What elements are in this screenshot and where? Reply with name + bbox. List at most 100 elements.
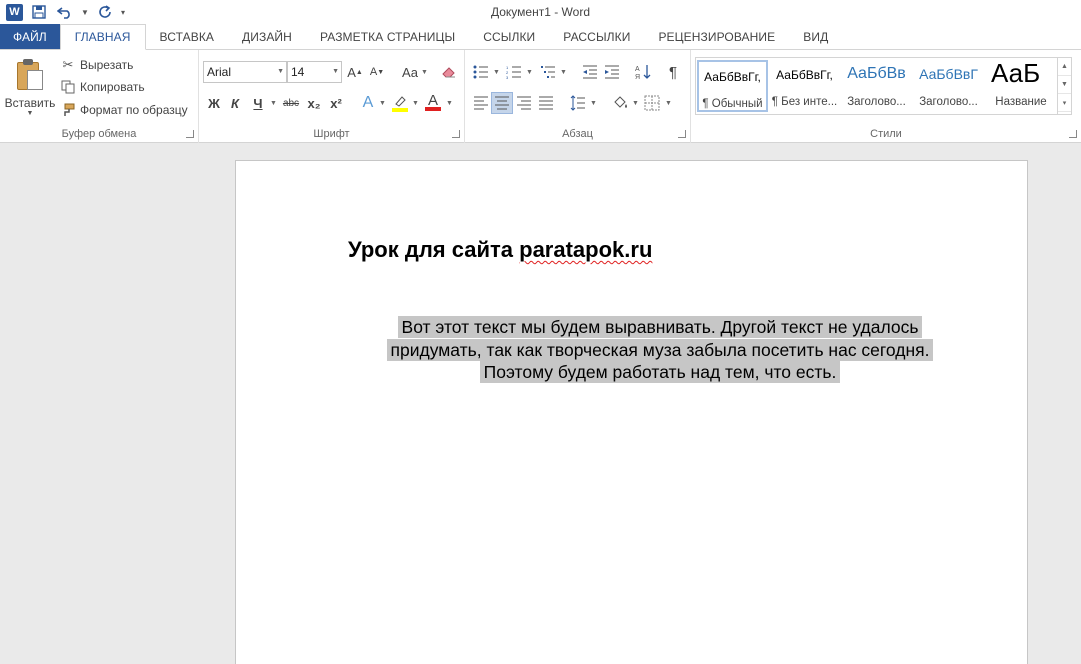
decrease-indent-button[interactable] <box>579 61 601 83</box>
selected-paragraph[interactable]: Вот этот текст мы будем выравнивать. Дру… <box>370 316 950 384</box>
align-right-icon <box>517 96 531 110</box>
scissors-icon: ✂ <box>62 57 74 72</box>
bullets-icon <box>473 65 488 79</box>
style-preview: АаБбВвГг, <box>704 70 761 84</box>
copy-icon <box>60 79 76 95</box>
font-name-combo[interactable]: Arial ▼ <box>203 61 287 83</box>
chevron-down-icon: ▼ <box>379 100 386 107</box>
change-case-button[interactable]: Aa <box>396 61 424 83</box>
borders-button[interactable] <box>641 92 663 114</box>
copy-label: Копировать <box>80 80 145 94</box>
align-center-button[interactable] <box>491 92 513 114</box>
styles-dialog-launcher-icon[interactable] <box>1069 130 1077 138</box>
increase-indent-button[interactable] <box>601 61 623 83</box>
clear-formatting-button[interactable] <box>438 61 460 83</box>
paragraph-dialog-launcher-icon[interactable] <box>678 130 686 138</box>
shrink-font-icon: A <box>369 66 378 78</box>
copy-button[interactable]: Копировать <box>60 77 145 97</box>
shrink-font-button[interactable]: A ▼ <box>366 61 388 83</box>
paragraph-group: ▼ 123 ▼ ▼ AЯ ¶ ▼ ▼ ▼ Абзац <box>465 50 691 143</box>
tab-review[interactable]: РЕЦЕНЗИРОВАНИЕ <box>644 24 789 49</box>
align-right-button[interactable] <box>513 92 535 114</box>
title-bar: W ▼ ▾ Документ1 - Word <box>0 0 1081 25</box>
document-canvas[interactable]: Урок для сайта paratapok.ru Вот этот тек… <box>0 143 1081 664</box>
gallery-more-icon[interactable]: ▾ <box>1058 94 1071 112</box>
tab-design[interactable]: ДИЗАЙН <box>228 24 306 49</box>
clipboard-group-label: Буфер обмена <box>61 128 137 140</box>
paint-bucket-icon <box>614 96 627 108</box>
chevron-down-icon: ▼ <box>332 68 339 75</box>
document-heading[interactable]: Урок для сайта paratapok.ru <box>348 237 652 263</box>
highlight-button[interactable] <box>389 92 411 114</box>
superscript-icon: x² <box>330 95 342 111</box>
grow-font-button[interactable]: A ▲ <box>344 61 366 83</box>
line-spacing-icon <box>570 95 585 111</box>
sort-button[interactable]: AЯ <box>632 61 654 83</box>
paste-icon <box>15 58 45 92</box>
gallery-scroll-up-icon[interactable]: ▲ <box>1058 58 1071 76</box>
font-size-combo[interactable]: 14 ▼ <box>287 61 342 83</box>
superscript-button[interactable]: x² <box>325 92 347 114</box>
style-heading-1[interactable]: АаБбВв Заголово... <box>841 60 912 112</box>
font-color-swatch <box>425 107 441 111</box>
chevron-down-icon: ▼ <box>526 69 533 76</box>
format-painter-button[interactable]: Формат по образцу <box>60 100 188 120</box>
bold-button[interactable]: Ж <box>203 92 225 114</box>
paragraph-group-label: Абзац <box>562 128 593 140</box>
paste-label: Вставить <box>4 96 56 110</box>
chevron-down-icon: ▼ <box>270 100 277 107</box>
subscript-button[interactable]: x₂ <box>303 92 325 114</box>
clipboard-dialog-launcher-icon[interactable] <box>186 130 194 138</box>
tab-mailings[interactable]: РАССЫЛКИ <box>549 24 644 49</box>
font-color-icon: A <box>427 92 438 109</box>
justify-icon <box>539 96 553 110</box>
tab-file[interactable]: ФАЙЛ <box>0 24 60 49</box>
multilevel-list-icon <box>541 66 555 78</box>
tab-references[interactable]: ССЫЛКИ <box>469 24 549 49</box>
font-color-button[interactable]: A <box>422 92 444 114</box>
align-center-icon <box>495 96 509 110</box>
document-page[interactable]: Урок для сайта paratapok.ru Вот этот тек… <box>235 160 1028 664</box>
chevron-down-icon: ▼ <box>493 69 500 76</box>
subscript-icon: x₂ <box>307 95 321 111</box>
strikethrough-button[interactable]: abc <box>280 92 302 114</box>
style-normal[interactable]: АаБбВвГг, ¶ Обычный <box>697 60 768 112</box>
align-left-icon <box>474 96 488 110</box>
style-no-spacing[interactable]: АаБбВвГг, ¶ Без инте... <box>769 60 840 112</box>
text-effects-button[interactable]: A <box>357 92 379 114</box>
underline-button[interactable]: Ч <box>247 92 269 114</box>
numbering-button[interactable]: 123 <box>503 61 525 83</box>
ribbon-tabs: ФАЙЛ ГЛАВНАЯ ВСТАВКА ДИЗАЙН РАЗМЕТКА СТР… <box>0 24 1081 50</box>
paste-button[interactable]: Вставить ▼ <box>4 56 56 122</box>
style-title[interactable]: АаБ Название <box>985 60 1057 112</box>
style-name: ¶ Без инте... <box>771 96 838 108</box>
styles-gallery: АаБбВвГг, ¶ Обычный АаБбВвГг, ¶ Без инте… <box>695 57 1072 115</box>
tab-insert[interactable]: ВСТАВКА <box>146 24 229 49</box>
grow-font-icon: A <box>347 64 356 80</box>
font-dialog-launcher-icon[interactable] <box>452 130 460 138</box>
shading-button[interactable] <box>610 92 632 114</box>
align-left-button[interactable] <box>470 92 492 114</box>
chevron-down-icon: ▼ <box>632 100 639 107</box>
decrease-indent-icon <box>583 65 597 79</box>
multilevel-list-button[interactable] <box>537 61 559 83</box>
bullets-button[interactable] <box>470 61 492 83</box>
paragraph-line: Вот этот текст мы будем выравнивать. Дру… <box>397 316 923 338</box>
font-name-value: Arial <box>207 65 232 79</box>
svg-text:Я: Я <box>635 74 640 80</box>
tab-home[interactable]: ГЛАВНАЯ <box>59 24 146 50</box>
justify-button[interactable] <box>535 92 557 114</box>
cut-button[interactable]: ✂ Вырезать <box>60 55 134 75</box>
line-spacing-button[interactable] <box>567 92 589 114</box>
style-preview: АаБ <box>991 60 1041 88</box>
show-formatting-button[interactable]: ¶ <box>662 61 684 83</box>
style-heading-2[interactable]: АаБбВвГ Заголово... <box>913 60 984 112</box>
gallery-scroll-down-icon[interactable]: ▼ <box>1058 76 1071 94</box>
numbering-icon: 123 <box>506 65 521 79</box>
borders-icon <box>644 95 660 111</box>
italic-button[interactable]: К <box>224 92 246 114</box>
tab-page-layout[interactable]: РАЗМЕТКА СТРАНИЦЫ <box>306 24 469 49</box>
chevron-down-icon: ▼ <box>665 100 672 107</box>
cut-label: Вырезать <box>80 58 134 72</box>
tab-view[interactable]: ВИД <box>789 24 842 49</box>
